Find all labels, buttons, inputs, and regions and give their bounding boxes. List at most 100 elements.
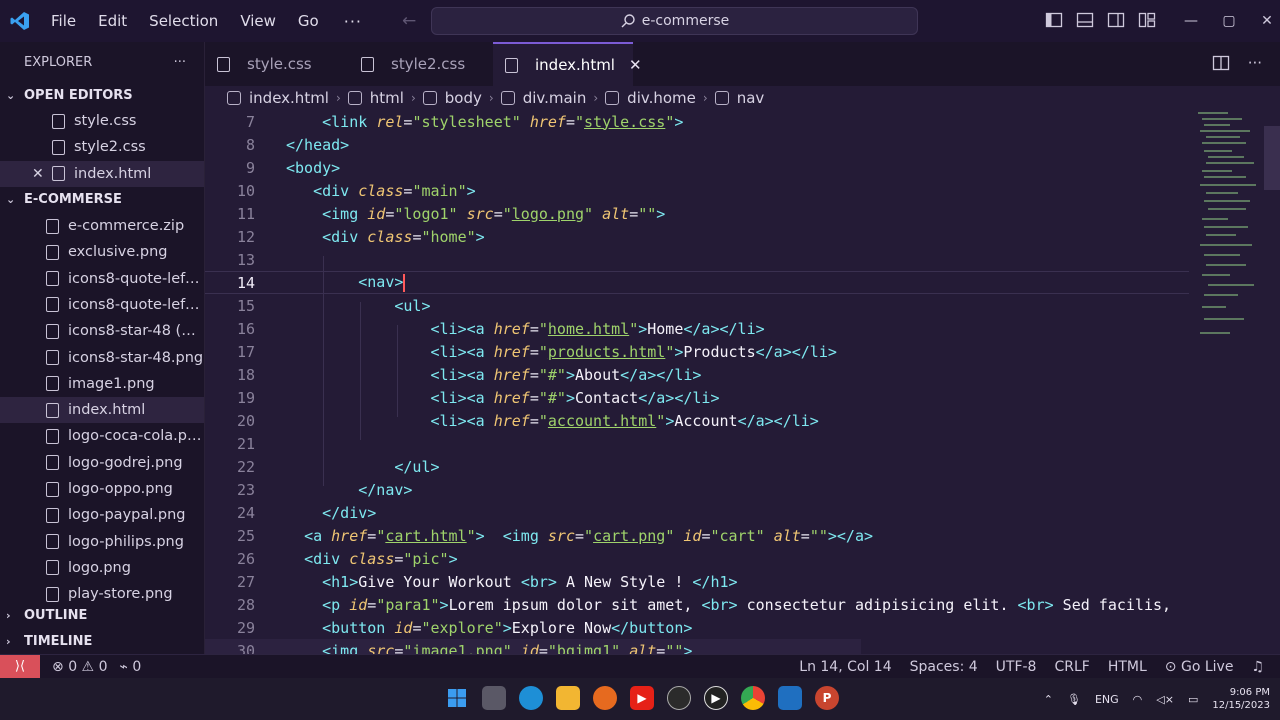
wifi-icon[interactable]: ◠ [1133,693,1143,706]
edge-browser-icon[interactable] [519,686,543,710]
microphone-icon[interactable]: 🎙 [1067,693,1081,706]
open-editors-section[interactable]: ⌄ OPEN EDITORS [0,82,204,108]
tab-index-html[interactable]: index.html ✕ [493,42,642,86]
file-item[interactable]: logo-coca-cola.png [0,423,204,449]
close-window-icon[interactable]: ✕ [1248,13,1280,29]
file-item[interactable]: icons8-star-48 (1).... [0,318,204,344]
code-line[interactable]: 18 <li><a href="#">About</a></li> [205,363,1280,386]
outline-section[interactable]: › OUTLINE [0,602,204,628]
volume-icon[interactable]: ◁× [1156,693,1174,706]
menu-more-icon[interactable]: ··· [330,12,376,31]
close-editor-icon[interactable]: ✕ [32,166,44,182]
open-editor-item[interactable]: style.css [0,108,204,134]
code-line[interactable]: 9 <body> [205,156,1280,179]
language-indicator[interactable]: ENG [1095,693,1119,706]
task-view-icon[interactable] [482,686,506,710]
file-item-active[interactable]: index.html [0,396,204,424]
menu-view[interactable]: View [229,0,287,42]
vscode-taskbar-icon[interactable] [778,686,802,710]
code-line[interactable]: 19 <li><a href="#">Contact</a></li> [205,386,1280,409]
breadcrumb-item[interactable]: nav [737,89,765,107]
maximize-icon[interactable]: ▢ [1210,13,1248,29]
cursor-position[interactable]: Ln 14, Col 14 [799,659,891,675]
open-editor-item[interactable]: style2.css [0,134,204,160]
code-line[interactable]: 30 <img src="image1.png" id="bgimg1" alt… [205,639,861,654]
explorer-more-icon[interactable]: ··· [174,55,186,70]
code-line[interactable]: 8 </head> [205,133,1280,156]
code-line[interactable]: 26 <div class="pic"> [205,547,1280,570]
editor-scrollbar[interactable] [1264,126,1280,190]
code-line[interactable]: 7 <link rel="stylesheet" href="style.css… [205,110,1280,133]
problems-status[interactable]: ⊗ 0 ⚠ 0 [52,659,107,675]
code-line[interactable]: 29 <button id="explore">Explore Now</but… [205,616,1280,639]
tab-style-css[interactable]: style.css [205,42,349,86]
tray-chevron-up-icon[interactable]: ⌃ [1044,693,1053,706]
code-line[interactable]: 11 <img id="logo1" src="logo.png" alt=""… [205,202,1280,225]
powerpoint-icon[interactable]: P [815,686,839,710]
minimap[interactable] [1194,110,1280,654]
split-editor-icon[interactable] [1212,54,1230,72]
file-item[interactable]: icons8-quote-left... [0,265,204,291]
toggle-primary-sidebar-icon[interactable] [1045,11,1063,29]
indentation[interactable]: Spaces: 4 [910,659,978,675]
code-line[interactable]: 13 [205,248,1280,271]
back-arrow-icon[interactable]: ← [402,11,416,31]
file-item[interactable]: image1.png [0,371,204,397]
editor-more-icon[interactable]: ··· [1248,54,1262,72]
code-line[interactable]: 15 <ul> [205,294,1280,317]
chrome-icon[interactable] [741,686,765,710]
line-ending[interactable]: CRLF [1054,659,1089,675]
code-line[interactable]: 24 </div> [205,501,1280,524]
file-item[interactable]: logo-oppo.png [0,476,204,502]
menu-go[interactable]: Go [287,0,330,42]
youtube-icon[interactable]: ▶ [630,686,654,710]
timeline-section[interactable]: › TIMELINE [0,628,204,654]
battery-icon[interactable]: ▭ [1188,693,1198,706]
code-line[interactable]: 21 [205,432,1280,455]
code-editor[interactable]: 7 <link rel="stylesheet" href="style.css… [205,110,1280,654]
menu-selection[interactable]: Selection [138,0,229,42]
breadcrumb-item[interactable]: div.main [523,89,587,107]
code-line-current[interactable]: 14 <nav> [205,271,1189,294]
breadcrumb-item[interactable]: html [370,89,404,107]
file-item[interactable]: exclusive.png [0,239,204,265]
project-section[interactable]: ⌄ E-COMMERSE [0,187,204,213]
code-line[interactable]: 27 <h1>Give Your Workout <br> A New Styl… [205,570,1280,593]
file-item[interactable]: logo-philips.png [0,528,204,554]
menu-edit[interactable]: Edit [87,0,138,42]
file-item[interactable]: icons8-quote-left... [0,292,204,318]
code-line[interactable]: 25 <a href="cart.html"> <img src="cart.p… [205,524,1280,547]
file-explorer-icon[interactable] [556,686,580,710]
open-editor-item-active[interactable]: ✕ index.html [0,160,204,187]
code-line[interactable]: 23 </nav> [205,478,1280,501]
firefox-icon[interactable] [593,686,617,710]
clock[interactable]: 9:06 PM 12/15/2023 [1212,686,1270,712]
file-item[interactable]: e-commerce.zip [0,213,204,239]
language-mode[interactable]: HTML [1108,659,1147,675]
file-item[interactable]: logo-godrej.png [0,450,204,476]
toggle-panel-icon[interactable] [1076,11,1094,29]
command-center-search[interactable]: e-commerse [431,7,918,35]
breadcrumb-item[interactable]: div.home [627,89,696,107]
chatgpt-icon[interactable] [667,686,691,710]
notifications-bell-icon[interactable]: ♫ [1251,659,1264,675]
toggle-secondary-sidebar-icon[interactable] [1107,11,1125,29]
go-live-button[interactable]: ⊙ Go Live [1165,659,1234,675]
media-player-icon[interactable]: ▶ [704,686,728,710]
file-item[interactable]: logo.png [0,555,204,581]
breadcrumb-item[interactable]: body [445,89,482,107]
code-line[interactable]: 10 <div class="main"> [205,179,1280,202]
remote-indicator-icon[interactable]: ⟩⟨ [0,654,40,679]
ports-status[interactable]: ⌁ 0 [119,659,141,675]
code-line[interactable]: 16 <li><a href="home.html">Home</a></li> [205,317,1280,340]
file-item[interactable]: logo-paypal.png [0,502,204,528]
encoding[interactable]: UTF-8 [996,659,1037,675]
code-line[interactable]: 12 <div class="home"> [205,225,1280,248]
breadcrumb-item[interactable]: index.html [249,89,329,107]
close-tab-icon[interactable]: ✕ [629,56,642,74]
tab-style2-css[interactable]: style2.css [349,42,493,86]
minimize-icon[interactable]: — [1172,13,1210,29]
code-line[interactable]: 28 <p id="para1">Lorem ipsum dolor sit a… [205,593,1280,616]
code-line[interactable]: 17 <li><a href="products.html">Products<… [205,340,1280,363]
code-line[interactable]: 22 </ul> [205,455,1280,478]
